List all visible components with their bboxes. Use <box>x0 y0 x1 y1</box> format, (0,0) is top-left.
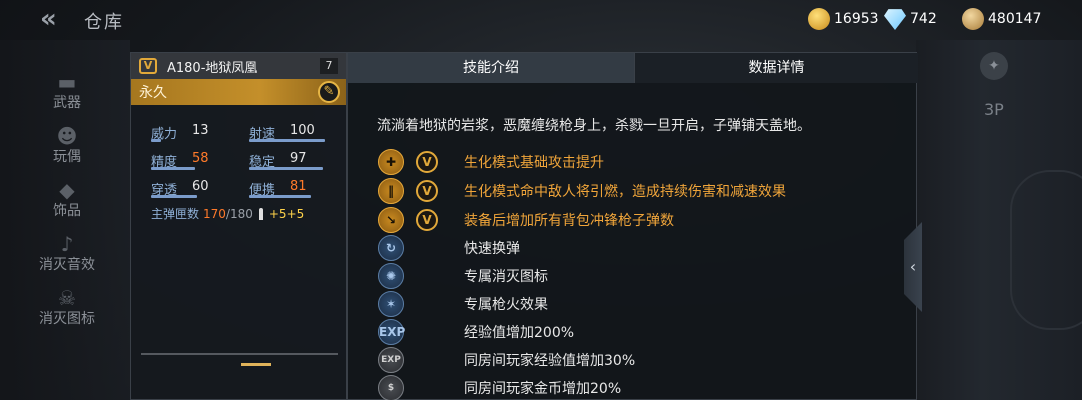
double-chevron-left-icon[interactable]: « <box>40 6 70 32</box>
skill-row: ↻ 快速换弹 <box>378 235 898 261</box>
gold-amount: 16953 <box>834 11 879 27</box>
side-item-label: 消灭图标 <box>39 311 95 327</box>
ammo-label: 主弹匣数 <box>151 207 200 221</box>
doll-icon: ☻ <box>56 124 78 148</box>
stat-rate: 射速 100 <box>249 123 349 145</box>
vip-badge-icon: V <box>139 58 157 74</box>
skill-text: 专属枪火效果 <box>464 297 548 313</box>
smg-icon: ↘ <box>378 207 404 233</box>
bullets-icon: ‖ <box>378 178 404 204</box>
weapon-level: 7 <box>320 58 338 74</box>
vip-badge-icon: V <box>416 180 438 202</box>
gun-icon: ▬ <box>57 70 77 94</box>
weapon-name: A180-地狱凤凰 <box>167 60 258 76</box>
target-outline <box>1010 170 1082 330</box>
stat-bar <box>151 139 161 142</box>
syringe-icon: ✚ <box>378 149 404 175</box>
stat-bar <box>249 167 323 170</box>
card-divider <box>141 353 338 355</box>
tab-data-details[interactable]: 数据详情 <box>634 53 918 83</box>
bullet-icon <box>258 208 263 220</box>
diamond-currency: 742 <box>884 8 937 30</box>
side-item-label: 玩偶 <box>53 149 81 165</box>
skill-text: 生化模式命中敌人将引燃，造成持续伤害和减速效果 <box>464 184 786 200</box>
diamond-icon[interactable] <box>884 9 906 30</box>
top-bar: « 仓库 16953 742 480147 <box>0 0 1082 40</box>
skill-row: ↘ V 装备后增加所有背包冲锋枪子弹数 <box>378 207 898 233</box>
sound-icon: ♪ <box>60 232 74 256</box>
panel-tabs: 技能介绍 数据详情 <box>348 53 918 83</box>
side-item-kill-sound[interactable]: ♪ 消灭音效 <box>22 232 112 274</box>
chevron-left-icon: ‹ <box>909 257 917 276</box>
muzzle-flash-icon: ✶ <box>378 291 404 317</box>
stat-bar <box>151 195 197 198</box>
ammo-bonus: +5+5 <box>268 207 305 221</box>
reload-icon: ↻ <box>378 235 404 261</box>
ammo-info: 主弹匣数 170/180 +5+5 <box>151 205 304 222</box>
ammo-max: 180 <box>229 207 253 221</box>
stat-penetration: 穿透 60 <box>151 179 209 198</box>
stat-bar <box>249 139 325 142</box>
side-item-accessories[interactable]: ◆ 饰品 <box>22 178 112 220</box>
coin-share-icon: $ <box>378 375 404 400</box>
view-mode-label[interactable]: 3P <box>984 100 1004 119</box>
weapon-card-header: V A180-地狱凤凰 7 <box>131 53 346 79</box>
stat-portability: 便携 81 <box>249 179 349 201</box>
page-indicator <box>241 363 271 366</box>
skill-row: ✺ 专属消灭图标 <box>378 263 898 289</box>
stat-bar <box>249 195 311 198</box>
pencil-icon[interactable]: ✎ <box>318 81 340 103</box>
skill-row: $ 同房间玩家金币增加20% <box>378 375 898 400</box>
side-item-dolls[interactable]: ☻ 玩偶 <box>22 124 112 166</box>
coin-icon[interactable] <box>962 8 984 30</box>
kill-icon: ✺ <box>378 263 404 289</box>
exp-share-icon: EXP <box>378 347 404 373</box>
weapon-description: 流淌着地狱的岩浆，恶魔缠绕枪身上，杀戮一旦开启，子弹铺天盖地。 <box>377 118 811 134</box>
exp-up-icon: EXP <box>378 319 405 345</box>
side-item-kill-icon[interactable]: ☠ 消灭图标 <box>22 286 112 328</box>
skull-icon: ☠ <box>58 286 76 310</box>
stat-stability: 稳定 97 <box>249 151 349 173</box>
diamond-amount: 742 <box>910 11 937 27</box>
weapon-duration-bar: 永久 ✎ <box>131 79 346 105</box>
skill-text: 经验值增加200% <box>464 325 575 341</box>
skill-text: 快速换弹 <box>464 241 520 257</box>
ammo-current: 170 <box>203 207 226 221</box>
side-item-weapons[interactable]: ▬ 武器 <box>22 70 112 112</box>
skill-text: 同房间玩家金币增加20% <box>464 381 622 397</box>
stat-bar <box>151 167 195 170</box>
skill-text: 装备后增加所有背包冲锋枪子弹数 <box>464 213 674 229</box>
duration-label: 永久 <box>139 85 167 101</box>
weapon-card: V A180-地狱凤凰 7 永久 ✎ 威力 13 射速 100 精度 58 稳定… <box>130 52 347 400</box>
vip-badge-icon: V <box>416 151 438 173</box>
skill-text: 生化模式基础攻击提升 <box>464 155 604 171</box>
skill-row: EXP 经验值增加200% <box>378 319 898 345</box>
vip-badge-icon: V <box>416 209 438 231</box>
accessory-icon: ◆ <box>59 178 75 202</box>
skill-text: 同房间玩家经验值增加30% <box>464 353 636 369</box>
tab-skill-intro[interactable]: 技能介绍 <box>348 53 634 83</box>
side-item-label: 武器 <box>53 95 81 111</box>
coin-amount: 480147 <box>988 11 1042 27</box>
skill-row: ✶ 专属枪火效果 <box>378 291 898 317</box>
gold-currency: 16953 <box>808 8 879 30</box>
side-item-label: 消灭音效 <box>39 257 95 273</box>
skill-row: ‖ V 生化模式命中敌人将引燃，造成持续伤害和减速效果 <box>378 178 898 204</box>
skill-row: ✚ V 生化模式基础攻击提升 <box>378 149 898 175</box>
stat-accuracy: 精度 58 <box>151 151 209 170</box>
gold-plus-icon[interactable] <box>808 8 830 30</box>
skill-text: 专属消灭图标 <box>464 269 548 285</box>
settings-icon[interactable]: ✦ <box>980 52 1008 80</box>
page-title: 仓库 <box>84 12 124 33</box>
side-item-label: 饰品 <box>53 203 81 219</box>
skill-row: EXP 同房间玩家经验值增加30% <box>378 347 898 373</box>
stat-power: 威力 13 <box>151 123 209 142</box>
coin-currency: 480147 <box>962 8 1041 30</box>
skill-panel: 技能介绍 数据详情 流淌着地狱的岩浆，恶魔缠绕枪身上，杀戮一旦开启，子弹铺天盖地… <box>347 52 918 400</box>
